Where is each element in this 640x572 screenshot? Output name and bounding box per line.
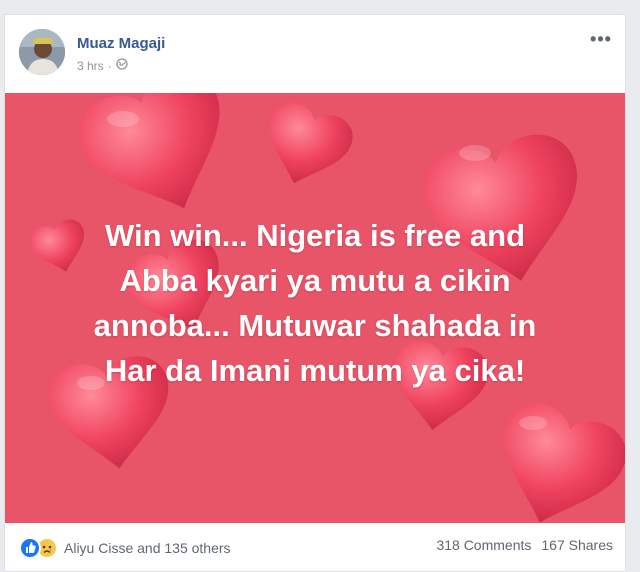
comments-count[interactable]: 318 Comments bbox=[436, 537, 531, 553]
post-image[interactable]: Win win... Nigeria is free and Abba kyar… bbox=[5, 93, 625, 523]
shares-count[interactable]: 167 Shares bbox=[541, 537, 613, 553]
like-icon bbox=[19, 537, 41, 559]
reactions-text: Aliyu Cisse and 135 others bbox=[64, 540, 231, 556]
image-text-line: Abba kyari ya mutu a cikin bbox=[119, 263, 511, 298]
post-header: Muaz Magaji 3 hrs · ••• bbox=[5, 15, 625, 93]
reactions-summary[interactable]: Aliyu Cisse and 135 others bbox=[19, 537, 231, 559]
globe-icon[interactable] bbox=[116, 58, 128, 73]
post-meta: 3 hrs · bbox=[77, 58, 128, 73]
image-text-line: Har da Imani mutum ya cika! bbox=[104, 353, 526, 388]
image-text-line: Win win... Nigeria is free and bbox=[104, 218, 526, 253]
post-time[interactable]: 3 hrs bbox=[77, 59, 104, 73]
post-footer: Aliyu Cisse and 135 others 318 Comments … bbox=[5, 523, 625, 571]
author-name[interactable]: Muaz Magaji bbox=[77, 35, 165, 52]
author-avatar[interactable] bbox=[19, 29, 65, 75]
engagement-counts: 318 Comments 167 Shares bbox=[436, 537, 613, 553]
image-text-line: annoba... Mutuwar shahada in bbox=[93, 308, 537, 343]
post-card: Muaz Magaji 3 hrs · ••• Win win... Niger… bbox=[4, 14, 626, 572]
more-options-icon[interactable]: ••• bbox=[589, 30, 613, 48]
avatar-image bbox=[19, 29, 65, 75]
image-text: Win win... Nigeria is free and Abba kyar… bbox=[5, 213, 625, 393]
meta-separator: · bbox=[107, 58, 112, 73]
